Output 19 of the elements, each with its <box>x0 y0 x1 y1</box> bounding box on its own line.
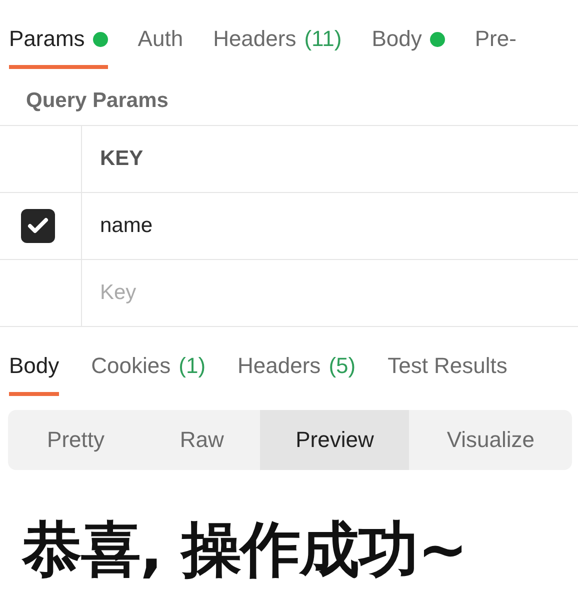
table-cell-text: name <box>99 213 154 239</box>
tab[interactable]: Body <box>9 327 60 396</box>
tab[interactable]: Pre- <box>474 0 516 69</box>
tab[interactable]: Test Results <box>388 327 508 396</box>
tab[interactable]: Auth <box>138 0 184 69</box>
view-mode-option[interactable]: Preview <box>260 410 410 470</box>
view-mode-option[interactable]: Raw <box>144 410 260 470</box>
column-header: KEY <box>99 146 144 172</box>
checkmark-icon <box>27 217 49 235</box>
tab[interactable]: Headers (5) <box>238 327 356 396</box>
view-mode-option[interactable]: Pretty <box>8 410 144 470</box>
section-title: Query Params <box>25 88 170 109</box>
tab[interactable]: Params <box>9 0 108 69</box>
tab[interactable]: Cookies (1) <box>91 327 206 396</box>
preview-heading: 恭喜, 操作成功~ <box>22 514 467 587</box>
checkbox[interactable] <box>21 209 55 243</box>
tab[interactable]: Headers (11) <box>213 0 342 69</box>
view-mode-option[interactable]: Visualize <box>409 410 572 470</box>
tab[interactable]: Body <box>372 0 445 69</box>
